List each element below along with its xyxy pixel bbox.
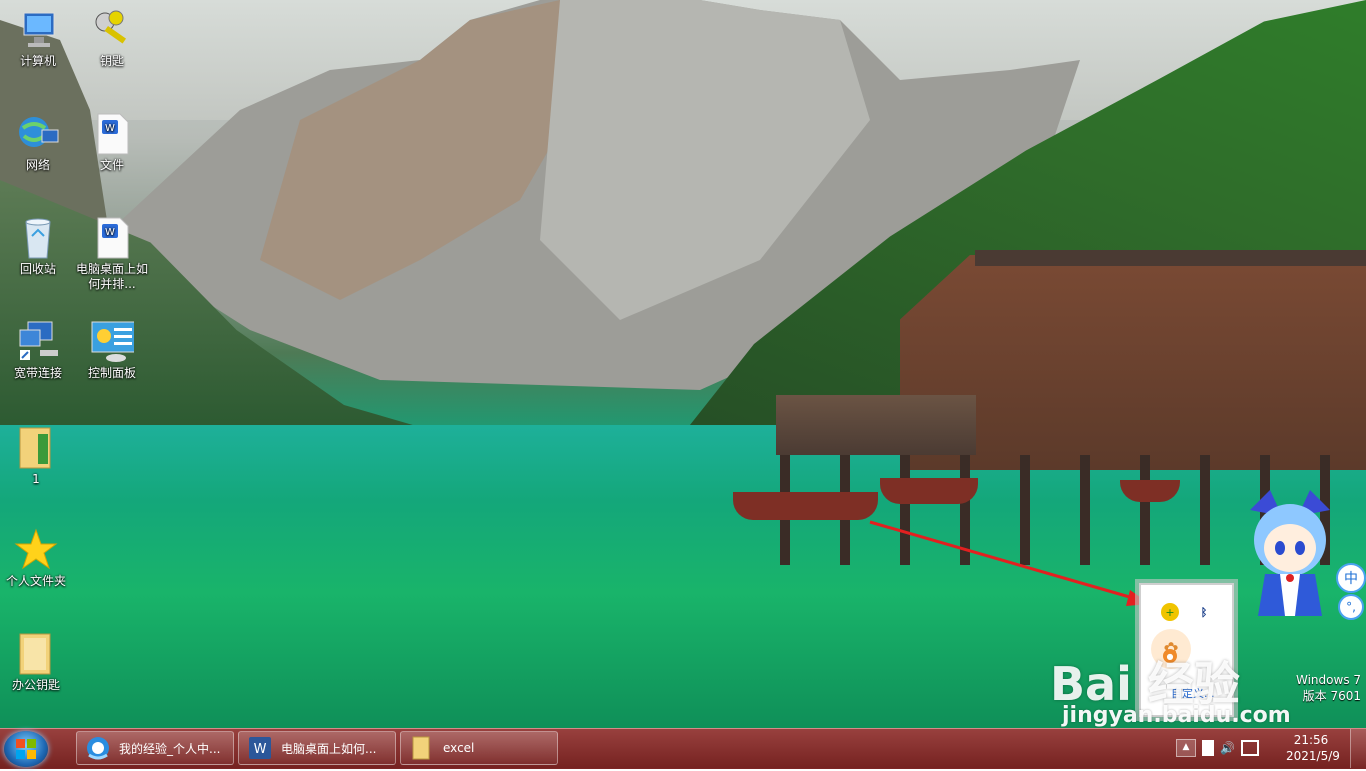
desktop-icon-label: 回收站 (19, 262, 56, 276)
windows-version-line2: 版本 7601 (1302, 689, 1362, 703)
desktop-icon-office-key[interactable]: 办公钥匙 (0, 632, 72, 693)
boat (880, 478, 978, 504)
network-icon (16, 112, 60, 156)
desktop-icon-label: 电脑桌面上如何并排... (76, 262, 149, 291)
desktop-icon-folder-1[interactable]: 1 (0, 426, 72, 487)
svg-text:W: W (105, 123, 115, 134)
desktop-mascot[interactable] (1240, 490, 1340, 618)
desktop-icon-personal-folder[interactable]: 个人文件夹 (0, 528, 72, 589)
show-hidden-icons-icon[interactable]: ▲ (1176, 739, 1196, 757)
taskbar-button-word[interactable]: W 电脑桌面上如何... (238, 731, 396, 765)
desktop-icon-label: 钥匙 (99, 54, 124, 68)
wps-doc-icon: W (90, 112, 134, 156)
taskbar-button-explorer[interactable]: excel (400, 731, 558, 765)
system-tray: ▲ 🔊 (1176, 735, 1259, 761)
clock-time: 21:56 (1293, 733, 1329, 747)
desktop-icon-file[interactable]: W 文件 (76, 112, 148, 173)
boat (733, 492, 878, 520)
taskbar-button-browser[interactable]: 我的经验_个人中... (76, 731, 234, 765)
ime-extra-button[interactable]: °, (1338, 594, 1364, 620)
computer-icon (16, 8, 60, 52)
desktop-icon-computer[interactable]: 计算机 (2, 8, 74, 69)
windows-version-line1: Windows 7 (1296, 673, 1362, 687)
desktop-icon-control-panel[interactable]: 控制面板 (76, 320, 148, 381)
desktop-icon-label: 文件 (99, 158, 124, 172)
desktop-icon-label: 个人文件夹 (5, 574, 66, 588)
volume-icon[interactable]: 🔊 (1220, 741, 1235, 755)
key-icon (90, 8, 134, 52)
start-button[interactable] (4, 731, 48, 767)
taskbar-button-label: 电脑桌面上如何... (281, 741, 377, 756)
boathouse-deck (776, 395, 976, 455)
folder-icon (14, 632, 58, 676)
clock-date: 2021/5/9 (1286, 749, 1340, 763)
desktop-icon-label: 1 (32, 472, 40, 486)
desktop-icon-label: 办公钥匙 (11, 678, 60, 692)
ime-mode-button[interactable]: 中 (1336, 563, 1366, 593)
desktop-icon-key[interactable]: 钥匙 (76, 8, 148, 69)
folder-icon (412, 736, 430, 760)
desktop-icon-doc-merge[interactable]: W 电脑桌面上如何并排... (76, 216, 148, 292)
taskbar-clock[interactable]: 21:56 2021/5/9 (1286, 732, 1340, 764)
taskbar-button-label: excel (443, 741, 475, 755)
desktop-icon-label: 网络 (25, 158, 50, 172)
windows-version-text: Windows 7 版本 7601 (1296, 672, 1361, 704)
control-panel-icon (90, 320, 134, 364)
wps-doc-icon: W (90, 216, 134, 260)
flag-icon[interactable] (1202, 740, 1214, 756)
boat (1120, 480, 1180, 502)
green-plus-icon[interactable]: + (1161, 603, 1179, 621)
desktop-icon-recycle-bin[interactable]: 回收站 (2, 216, 74, 277)
star-folder-icon (14, 528, 58, 572)
bluetooth-icon[interactable]: ᛒ (1195, 603, 1213, 621)
desktop-icon-label: 计算机 (19, 54, 56, 68)
word-icon: W (249, 737, 271, 759)
folder-icon (14, 426, 58, 470)
recycle-bin-icon (16, 216, 60, 260)
show-desktop-button[interactable] (1350, 729, 1366, 768)
windows-logo-icon (16, 739, 36, 759)
baidu-watermark-url: jingyan.baidu.com (1062, 703, 1291, 728)
desktop-icon-network[interactable]: 网络 (2, 112, 74, 173)
broadband-icon (16, 320, 60, 364)
svg-text:W: W (254, 742, 267, 757)
desktop-icon-label: 宽带连接 (13, 366, 62, 380)
browser-icon (87, 737, 109, 760)
boathouse-roof (975, 250, 1366, 266)
desktop-icon-broadband[interactable]: 宽带连接 (2, 320, 74, 381)
svg-text:W: W (105, 227, 115, 238)
taskbar-button-label: 我的经验_个人中... (119, 741, 221, 756)
network-tray-icon[interactable] (1240, 740, 1259, 756)
desktop-icon-label: 控制面板 (87, 366, 136, 380)
